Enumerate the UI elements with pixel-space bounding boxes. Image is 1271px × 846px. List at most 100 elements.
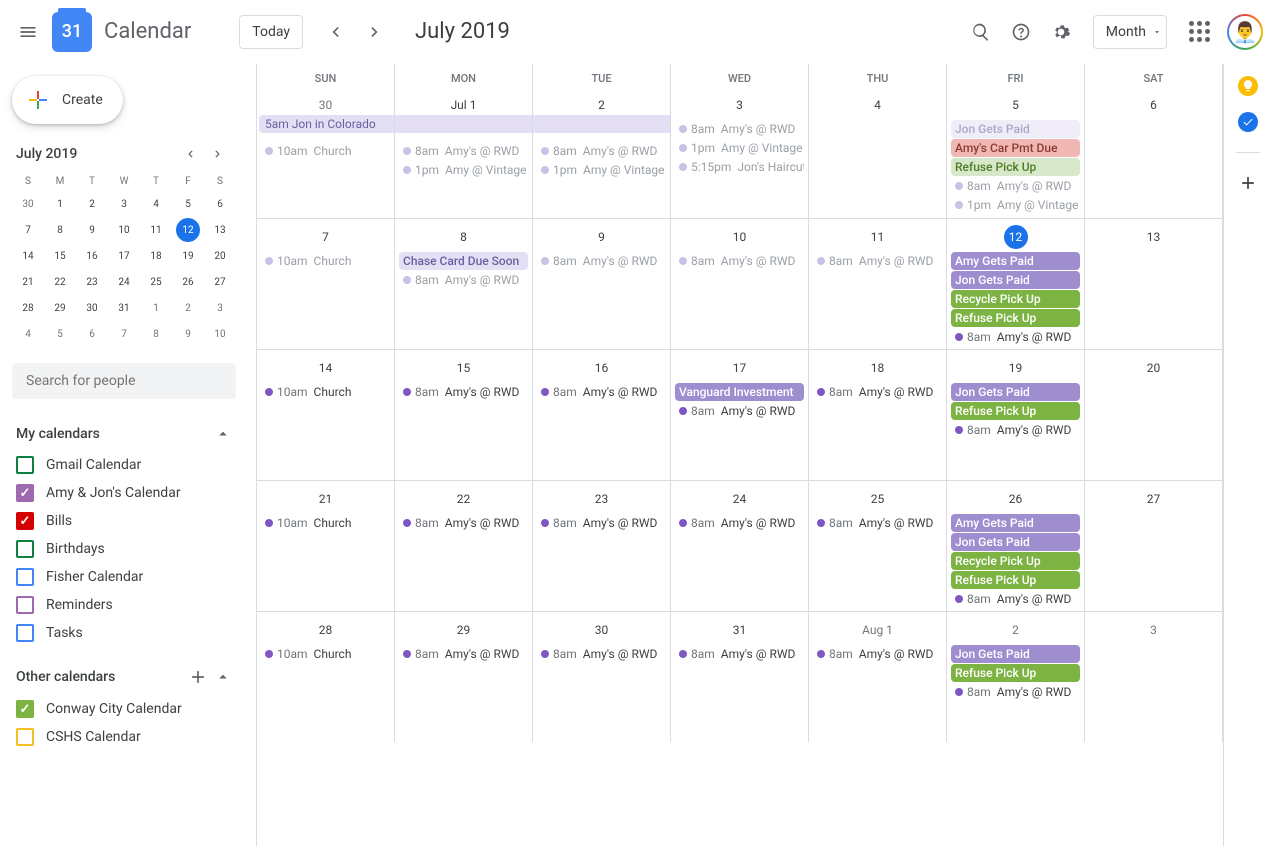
- day-number[interactable]: 10: [673, 221, 806, 251]
- event[interactable]: 8amAmy's @ RWD: [537, 142, 666, 160]
- mini-day[interactable]: 5: [48, 322, 72, 346]
- prev-period-button[interactable]: [315, 12, 355, 52]
- day-number[interactable]: 20: [1087, 352, 1220, 382]
- event[interactable]: 1pmAmy @ Vintage: [675, 139, 804, 157]
- multiday-event[interactable]: 5am Jon in Colorado: [259, 115, 395, 133]
- mini-day[interactable]: 6: [208, 192, 232, 216]
- day-cell[interactable]: 298amAmy's @ RWD: [395, 612, 533, 742]
- calendar-item[interactable]: Gmail Calendar: [8, 451, 240, 479]
- calendar-item[interactable]: Amy & Jon's Calendar: [8, 479, 240, 507]
- mini-day[interactable]: 5: [176, 192, 200, 216]
- apps-icon[interactable]: [1179, 12, 1219, 52]
- mini-next-button[interactable]: [204, 140, 232, 168]
- day-cell[interactable]: 3: [1085, 612, 1223, 742]
- mini-day[interactable]: 14: [16, 244, 40, 268]
- calendar-checkbox[interactable]: [16, 728, 34, 746]
- event[interactable]: 8amAmy's @ RWD: [675, 645, 804, 663]
- day-cell[interactable]: Jul 1 8amAmy's @ RWD1pmAmy @ Vintage: [395, 87, 533, 218]
- event[interactable]: 8amAmy's @ RWD: [813, 645, 942, 663]
- mini-day[interactable]: 6: [80, 322, 104, 346]
- settings-icon[interactable]: [1041, 12, 1081, 52]
- mini-day[interactable]: 7: [16, 218, 40, 242]
- mini-day[interactable]: 20: [208, 244, 232, 268]
- mini-day[interactable]: 30: [80, 296, 104, 320]
- keep-icon[interactable]: [1238, 76, 1258, 96]
- event[interactable]: 1pmAmy @ Vintage: [537, 161, 666, 179]
- day-number[interactable]: 6: [1087, 89, 1220, 119]
- event[interactable]: 8amAmy's @ RWD: [399, 383, 528, 401]
- calendar-item[interactable]: CSHS Calendar: [8, 723, 240, 751]
- mini-day[interactable]: 29: [48, 296, 72, 320]
- event[interactable]: 8amAmy's @ RWD: [675, 402, 804, 420]
- day-number[interactable]: 23: [535, 483, 668, 513]
- add-icon[interactable]: [188, 667, 208, 687]
- day-number[interactable]: 7: [259, 221, 392, 251]
- mini-day[interactable]: 4: [144, 192, 168, 216]
- event[interactable]: 8amAmy's @ RWD: [813, 514, 942, 532]
- event[interactable]: Chase Card Due Soon: [399, 252, 528, 270]
- day-number[interactable]: 3: [673, 89, 806, 119]
- day-cell[interactable]: 19Jon Gets PaidRefuse Pick Up8amAmy's @ …: [947, 350, 1085, 480]
- mini-day[interactable]: 19: [176, 244, 200, 268]
- day-cell[interactable]: 158amAmy's @ RWD: [395, 350, 533, 480]
- account-avatar[interactable]: 👨‍💼: [1227, 14, 1263, 50]
- day-cell[interactable]: 2110amChurch: [257, 481, 395, 611]
- day-number[interactable]: 27: [1087, 483, 1220, 513]
- day-cell[interactable]: 27: [1085, 481, 1223, 611]
- event[interactable]: Refuse Pick Up: [951, 309, 1080, 327]
- event[interactable]: 1pmAmy @ Vintage: [399, 161, 528, 179]
- event[interactable]: 8amAmy's @ RWD: [399, 514, 528, 532]
- event[interactable]: Jon Gets Paid: [951, 383, 1080, 401]
- event[interactable]: 8amAmy's @ RWD: [675, 120, 804, 138]
- mini-day[interactable]: 1: [48, 192, 72, 216]
- event[interactable]: Amy Gets Paid: [951, 514, 1080, 532]
- event[interactable]: 8amAmy's @ RWD: [813, 383, 942, 401]
- mini-day[interactable]: 23: [80, 270, 104, 294]
- day-cell[interactable]: 20: [1085, 350, 1223, 480]
- day-number[interactable]: 26: [949, 483, 1082, 513]
- event[interactable]: Amy's Car Pmt Due: [951, 139, 1080, 157]
- add-addon-icon[interactable]: [1238, 173, 1258, 193]
- day-number[interactable]: 18: [811, 352, 944, 382]
- mini-day[interactable]: 16: [80, 244, 104, 268]
- event[interactable]: Vanguard Investment: [675, 383, 804, 401]
- event[interactable]: Jon Gets Paid: [951, 120, 1080, 138]
- day-number[interactable]: 8: [397, 221, 530, 251]
- event[interactable]: Amy Gets Paid: [951, 252, 1080, 270]
- event[interactable]: 10amChurch: [261, 252, 390, 270]
- multiday-event[interactable]: [533, 115, 671, 133]
- event[interactable]: 10amChurch: [261, 383, 390, 401]
- day-number[interactable]: 5: [949, 89, 1082, 119]
- event[interactable]: 8amAmy's @ RWD: [951, 421, 1080, 439]
- day-number[interactable]: Aug 1: [811, 614, 944, 644]
- day-number[interactable]: 4: [811, 89, 944, 119]
- day-cell[interactable]: 26Amy Gets PaidJon Gets PaidRecycle Pick…: [947, 481, 1085, 611]
- multiday-event[interactable]: [395, 115, 533, 133]
- mini-day[interactable]: 22: [48, 270, 72, 294]
- event[interactable]: 8amAmy's @ RWD: [951, 177, 1080, 195]
- day-number[interactable]: 25: [811, 483, 944, 513]
- day-number[interactable]: 14: [259, 352, 392, 382]
- mini-day[interactable]: 13: [208, 218, 232, 242]
- event[interactable]: 10amChurch: [261, 514, 390, 532]
- calendar-checkbox[interactable]: [16, 568, 34, 586]
- day-cell[interactable]: 108amAmy's @ RWD: [671, 219, 809, 349]
- day-cell[interactable]: 168amAmy's @ RWD: [533, 350, 671, 480]
- event[interactable]: 8amAmy's @ RWD: [675, 514, 804, 532]
- calendar-checkbox[interactable]: [16, 596, 34, 614]
- day-number[interactable]: 19: [949, 352, 1082, 382]
- day-cell[interactable]: 98amAmy's @ RWD: [533, 219, 671, 349]
- event[interactable]: Recycle Pick Up: [951, 552, 1080, 570]
- day-number[interactable]: 30: [535, 614, 668, 644]
- event[interactable]: 8amAmy's @ RWD: [951, 328, 1080, 346]
- day-cell[interactable]: 248amAmy's @ RWD: [671, 481, 809, 611]
- calendar-item[interactable]: Reminders: [8, 591, 240, 619]
- mini-day[interactable]: 26: [176, 270, 200, 294]
- other-calendars-toggle[interactable]: Other calendars: [8, 661, 240, 693]
- calendar-checkbox[interactable]: [16, 540, 34, 558]
- mini-day[interactable]: 9: [80, 218, 104, 242]
- event[interactable]: Jon Gets Paid: [951, 271, 1080, 289]
- day-number[interactable]: 2: [949, 614, 1082, 644]
- day-number[interactable]: 15: [397, 352, 530, 382]
- day-number[interactable]: 31: [673, 614, 806, 644]
